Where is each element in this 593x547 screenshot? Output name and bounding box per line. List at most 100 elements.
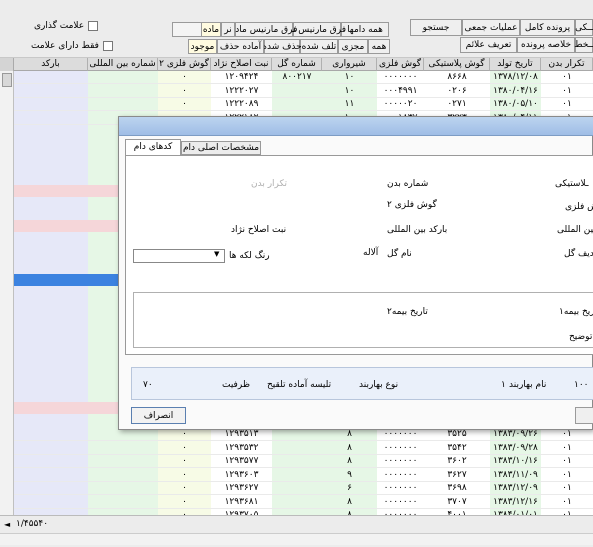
cell-milking: ۶	[347, 483, 352, 493]
only-marked-checkbox[interactable]: فقط دارای علامت	[31, 41, 113, 51]
label-insurance1: تاریخ بیمه۱	[559, 307, 593, 317]
filter-removed[interactable]: حذف شده	[262, 39, 302, 54]
insurance-group	[133, 292, 593, 348]
cell-herd-no	[272, 482, 322, 495]
cell-birth: ۱۳۸۳/۱۰/۱۶	[493, 456, 538, 466]
cell-body-repeat: ۰۱	[562, 85, 572, 96]
horizontal-scrollbar[interactable]	[0, 533, 593, 545]
col-header-intl[interactable]: شماره بین المللی	[88, 58, 158, 71]
cell-breeding: ۱۲۹۳۶۸۱	[224, 496, 259, 507]
cell-breeding: ۱۲۹۳۵۳۲	[224, 442, 259, 453]
animal-detail-dialog: کدهای دام مشخصات اصلی دام ـلاستیکی شماره…	[118, 116, 593, 430]
tab-batch-ops[interactable]: عملیات جمعی	[462, 19, 520, 36]
col-header-body-repeat[interactable]: تکرار بدن	[541, 58, 593, 71]
filter-freemartin-male[interactable]: فرق مارنیس نر	[288, 22, 346, 37]
label-body-repeat: تکرار بدن	[251, 179, 287, 189]
filter-dead[interactable]: تلف شده	[300, 39, 338, 54]
filter-all-animals[interactable]: همه دامها	[341, 22, 389, 37]
cell-metal: ۰۰۰۰۰۲۰	[383, 99, 418, 109]
col-header-milking[interactable]: شیرواری	[322, 58, 377, 71]
cell-milking: ۸	[347, 442, 352, 453]
col-header-barcode[interactable]: بارکد	[14, 58, 88, 71]
cell-metal2: ۰	[182, 72, 187, 82]
cell-body-repeat: ۰۱	[562, 483, 572, 493]
tab-line[interactable]: ــخط	[574, 37, 593, 53]
cell-milking: ۱۰	[344, 85, 355, 96]
table-row[interactable]: ۰۱ ۱۳۸۳/۱۲/۱۶ ۳۷۰۷ ۰۰۰۰۰۰۰ ۸ ۱۲۹۳۶۸۱ ۰	[0, 496, 593, 509]
cell-metal2: ۰	[182, 456, 187, 466]
table-row[interactable]: ۰۱ ۱۳۸۰/۰۴/۱۶ ۰۲۰۶ ۰۰۰۴۹۹۱ ۱۰ ۱۲۲۲۰۲۷ ۰	[0, 85, 593, 98]
label-barcode-intl: بارکد بین المللی	[387, 225, 448, 235]
filter-male[interactable]: نر	[221, 22, 235, 37]
table-row[interactable]: ۰۱ ۱۳۸۰/۰۵/۱۰ ۰۲۷۱ ۰۰۰۰۰۲۰ ۱۱ ۱۲۲۲۰۸۹ ۰	[0, 98, 593, 111]
filter-present[interactable]: موجود	[188, 39, 217, 54]
status-capacity-value: ۷۰	[143, 380, 153, 390]
dialog-titlebar	[119, 117, 593, 136]
label-description: توضیح	[569, 332, 593, 342]
label-metal: ـوش فلزی	[565, 202, 593, 212]
col-header-metal[interactable]: گوش فلزی	[377, 58, 424, 71]
cell-body-repeat: ۰۱	[562, 72, 572, 82]
cell-plastic: ۳۶۹۸	[447, 483, 467, 493]
cell-body-repeat: ۰۱	[562, 496, 572, 507]
status-herd-value: ۱	[501, 380, 506, 390]
table-row[interactable]: ۰۱ ۱۳۸۳/۱۱/۰۹ ۳۶۲۷ ۰۰۰۰۰۰۰ ۹ ۱۲۹۳۶۰۳ ۰	[0, 469, 593, 482]
header-corner	[0, 58, 14, 71]
col-header-birth[interactable]: تاریخ تولد	[490, 58, 541, 71]
cell-breeding: ۱۲۹۳۵۷۷	[224, 456, 259, 466]
label-intl: ـین المللی	[557, 225, 593, 235]
cell-plastic: ۳۵۴۲	[447, 442, 467, 453]
scrollbar-thumb[interactable]	[2, 73, 12, 87]
table-row[interactable]: ۰۱ ۱۳۸۳/۰۹/۲۸ ۳۵۴۲ ۰۰۰۰۰۰۰ ۸ ۱۲۹۳۵۳۲ ۰	[0, 442, 593, 455]
cell-metal2: ۰	[182, 469, 187, 480]
tab-partial[interactable]: ــکی	[575, 19, 593, 36]
filter-female[interactable]: ماده	[201, 22, 221, 37]
tab-define-marks[interactable]: تعریف علائم	[460, 37, 517, 53]
cell-plastic: ۳۶۰۲	[447, 456, 467, 466]
label-spot-color: رنگ لکه ها	[229, 251, 270, 261]
cell-metal2: ۰	[182, 99, 187, 109]
table-row[interactable]: ۰۱ ۱۳۷۸/۱۲/۰۸ ۸۶۶۸ ۰۰۰۰۰۰۰ ۱۰ ۸۰۰۲۱۷ ۱۲۰۹۴۲۴ ۰	[0, 71, 593, 84]
tab-main-info[interactable]: مشخصات اصلی دام	[181, 141, 261, 155]
col-header-herd-no[interactable]: شماره گل	[272, 58, 322, 71]
save-button[interactable]	[575, 407, 593, 424]
cell-plastic: ۰۲۰۶	[447, 85, 467, 96]
filter-freemartin-female[interactable]: فرق مارنیس ماده	[231, 22, 297, 37]
col-header-metal2[interactable]: گوش فلزی ۲	[158, 58, 211, 71]
cell-plastic: ۰۲۷۱	[447, 99, 467, 109]
chevron-down-icon[interactable]: ▼	[214, 250, 219, 258]
tab-animal-codes[interactable]: کدهای دام	[125, 139, 181, 155]
col-header-plastic[interactable]: گوش پلاستیکی	[424, 58, 490, 71]
spot-color-select[interactable]	[133, 249, 225, 263]
cell-metal2: ۰	[182, 442, 187, 453]
checkbox-box[interactable]	[102, 41, 113, 51]
cell-herd-no	[272, 442, 322, 455]
cell-body-repeat: ۰۱	[562, 442, 572, 453]
checkbox-box[interactable]	[88, 21, 99, 31]
filter-all[interactable]: همه	[368, 39, 390, 54]
cell-body-repeat: ۰۱	[562, 99, 572, 109]
cell-breeding: ۱۲۲۲۰۸۹	[224, 99, 259, 109]
cell-breeding: ۱۲۲۲۰۲۷	[224, 85, 259, 96]
label-insurance2: تاریخ بیمه۲	[387, 307, 428, 317]
table-row[interactable]: ۰۱ ۱۳۸۳/۱۰/۱۶ ۳۶۰۲ ۰۰۰۰۰۰۰ ۸ ۱۲۹۳۵۷۷ ۰	[0, 455, 593, 468]
tab-full-record[interactable]: پرونده کامل	[520, 19, 575, 36]
filter-isolated[interactable]: مجزی	[338, 39, 368, 54]
status-herd-label: نام بهاربند	[509, 380, 547, 390]
label-plastic: ـلاستیکی	[555, 179, 589, 189]
table-row[interactable]: ۰۱ ۱۳۸۳/۱۲/۰۹ ۳۶۹۸ ۰۰۰۰۰۰۰ ۶ ۱۲۹۳۶۲۷ ۰	[0, 482, 593, 495]
record-nav-prev-icon[interactable]: ◄	[4, 520, 10, 529]
status-type-value: تلیسه آماده تلقیح	[267, 380, 332, 390]
cell-body-repeat: ۰۱	[562, 469, 572, 480]
cell-breeding: ۱۲۰۹۴۲۴	[224, 72, 259, 82]
tab-search[interactable]: جستجو	[410, 19, 462, 36]
mark-checkbox[interactable]: علامت گذاری	[34, 21, 99, 31]
tab-record-summary[interactable]: خلاصه پرونده	[517, 37, 575, 53]
col-header-breeding[interactable]: نبت اصلاح نژاد	[211, 58, 272, 71]
filter-ready-remove[interactable]: آماده حذف	[217, 39, 264, 54]
cancel-button[interactable]: انصراف	[131, 407, 186, 424]
status-capacity-label: ظرفیت	[222, 380, 250, 390]
vertical-scrollbar[interactable]	[0, 71, 14, 515]
label-herd-name: نام گل	[387, 249, 412, 259]
cell-milking: ۹	[347, 469, 352, 480]
